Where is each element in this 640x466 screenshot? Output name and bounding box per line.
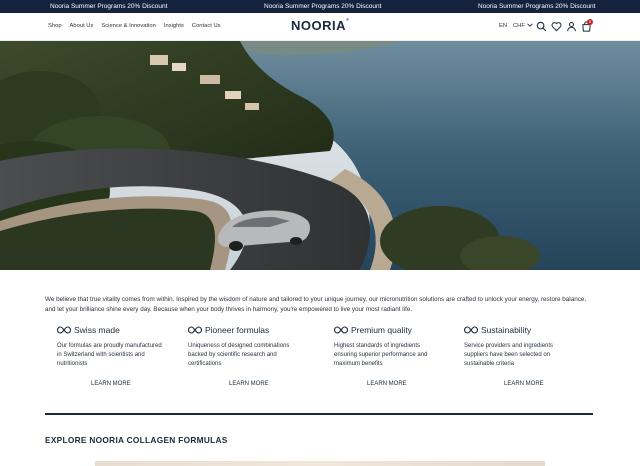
currency-label: CHF bbox=[513, 23, 525, 29]
promo-bar: Nooria Summer Programs 20% Discount Noor… bbox=[0, 0, 640, 13]
learn-more-link[interactable]: LEARN MORE bbox=[504, 381, 544, 387]
search-icon[interactable] bbox=[536, 21, 547, 32]
hero-scene bbox=[0, 41, 640, 270]
nav-contact-us[interactable]: Contact Us bbox=[192, 23, 221, 29]
logo-text: NOORIA bbox=[291, 18, 346, 33]
feature-description: Highest standards of ingredients ensurin… bbox=[334, 343, 428, 367]
promo-message: Nooria Summer Programs 20% Discount bbox=[50, 3, 168, 10]
nav-shop[interactable]: Shop bbox=[48, 23, 62, 29]
feature-swiss-made: Swiss made Our formulas are proudly manu… bbox=[57, 325, 167, 369]
product-banner-image bbox=[95, 461, 545, 466]
feature-pioneer-formulas: Pioneer formulas Uniqueness of designed … bbox=[188, 325, 298, 369]
user-icon[interactable] bbox=[566, 21, 577, 32]
site-header: Shop About Us Science & Innovation Insig… bbox=[0, 13, 640, 41]
currency-selector[interactable]: CHF bbox=[513, 23, 533, 29]
feature-description: Service providers and ingredients suppli… bbox=[464, 343, 554, 367]
nav-science-innovation[interactable]: Science & Innovation bbox=[101, 23, 155, 29]
promo-message: Nooria Summer Programs 20% Discount bbox=[478, 3, 596, 10]
infinity-icon bbox=[188, 326, 202, 334]
heart-icon[interactable] bbox=[551, 21, 562, 32]
infinity-icon bbox=[57, 326, 71, 334]
promo-message: Nooria Summer Programs 20% Discount bbox=[264, 3, 382, 10]
nav-insights[interactable]: Insights bbox=[164, 23, 184, 29]
logo-mark: ® bbox=[346, 16, 350, 22]
chevron-down-icon bbox=[526, 23, 533, 28]
feature-title: Sustainability bbox=[481, 325, 532, 335]
feature-sustainability: Sustainability Service providers and ing… bbox=[464, 325, 574, 369]
feature-title: Premium quality bbox=[351, 325, 412, 335]
main-nav: Shop About Us Science & Innovation Insig… bbox=[48, 23, 221, 29]
feature-title: Swiss made bbox=[74, 325, 120, 335]
learn-more-link[interactable]: LEARN MORE bbox=[91, 381, 131, 387]
language-selector[interactable]: EN bbox=[499, 23, 507, 29]
cart-count-badge: 0 bbox=[587, 19, 593, 25]
learn-more-link[interactable]: LEARN MORE bbox=[367, 381, 407, 387]
feature-title: Pioneer formulas bbox=[205, 325, 270, 335]
nav-about-us[interactable]: About Us bbox=[70, 23, 94, 29]
hero-image bbox=[0, 41, 640, 270]
section-divider bbox=[45, 413, 593, 415]
feature-premium-quality: Premium quality Highest standards of ing… bbox=[334, 325, 444, 369]
intro-paragraph: We believe that true vitality comes from… bbox=[45, 296, 587, 313]
feature-description: Our formulas are proudly manufactured in… bbox=[57, 343, 162, 367]
learn-more-link[interactable]: LEARN MORE bbox=[229, 381, 269, 387]
infinity-icon bbox=[334, 326, 348, 334]
logo[interactable]: NOORIA® bbox=[291, 16, 350, 33]
infinity-icon bbox=[464, 326, 478, 334]
section-title: EXPLORE NOORIA COLLAGEN FORMULAS bbox=[45, 435, 228, 445]
feature-description: Uniqueness of designed combinations back… bbox=[188, 343, 290, 367]
